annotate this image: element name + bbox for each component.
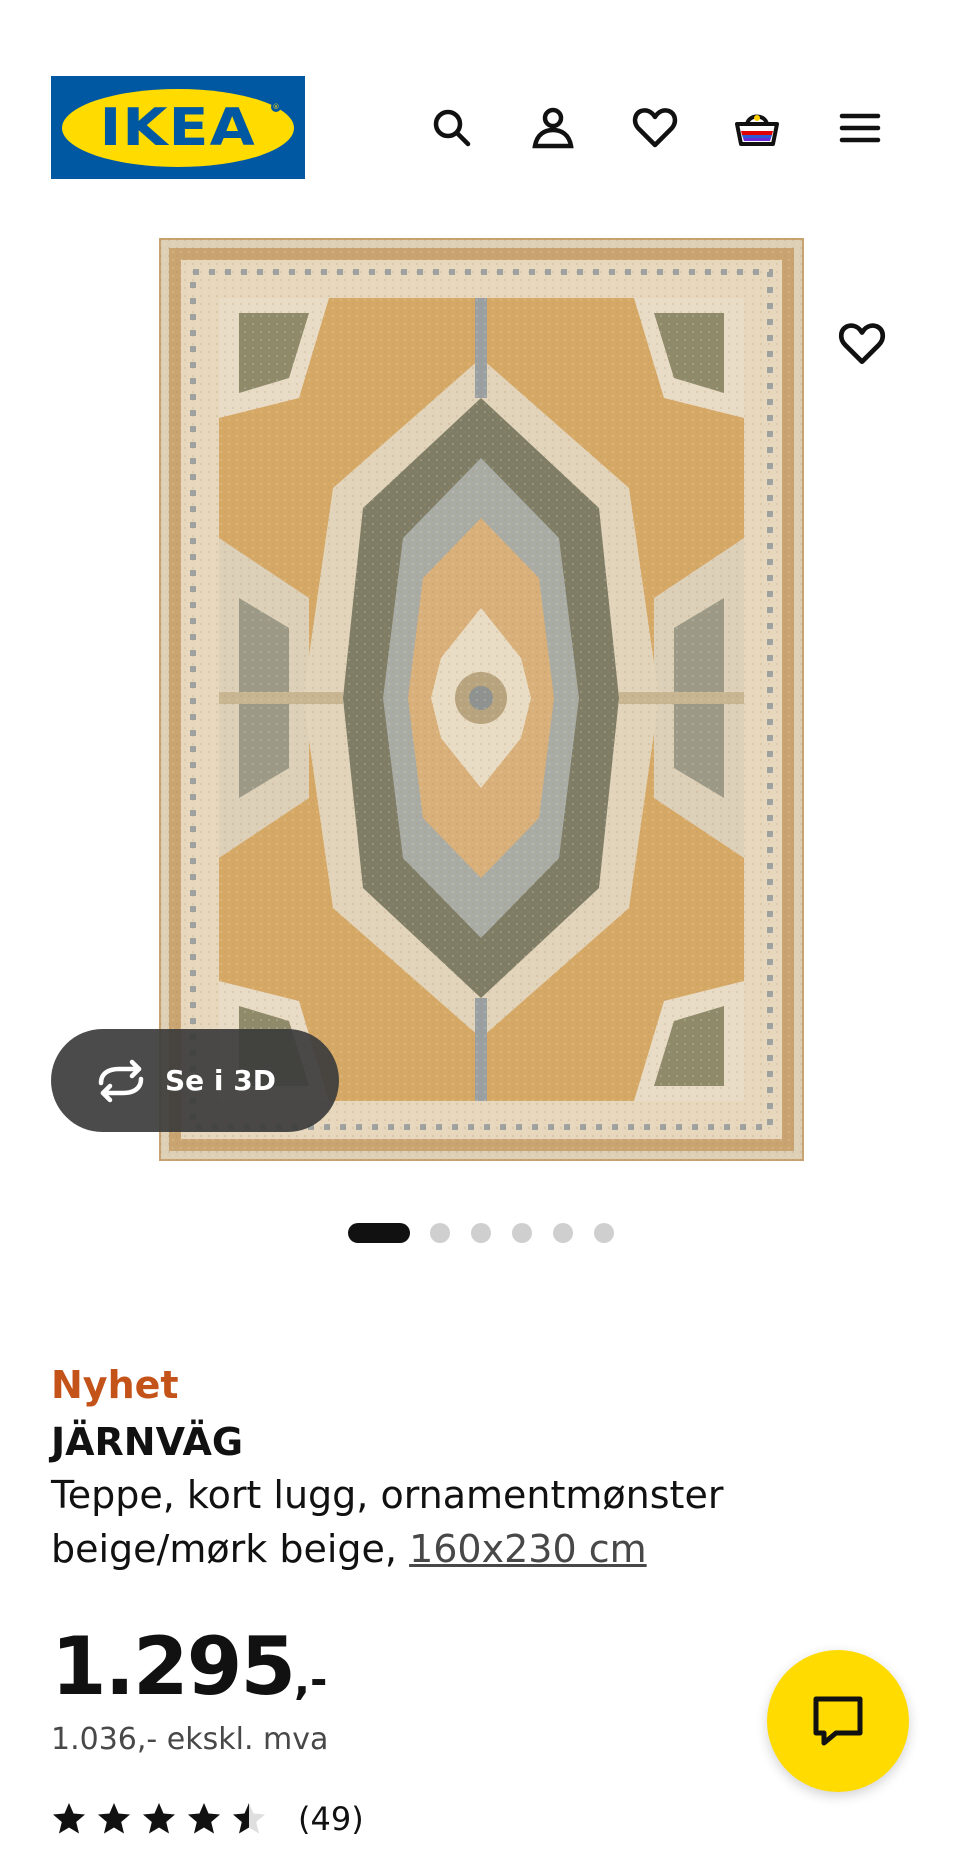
carousel-dot-active[interactable]	[348, 1223, 410, 1243]
save-favourite-icon[interactable]	[832, 314, 892, 374]
favourites-icon[interactable]	[627, 100, 683, 156]
chat-button[interactable]	[767, 1650, 909, 1792]
view-3d-label: Se i 3D	[165, 1064, 276, 1097]
product-color: beige/mørk beige,	[51, 1527, 397, 1571]
account-icon[interactable]	[525, 100, 581, 156]
carousel-dot[interactable]	[512, 1223, 532, 1243]
product-name: JÄRNVÄG	[51, 1420, 244, 1464]
carousel-dot[interactable]	[471, 1223, 491, 1243]
logo-text: IKEA	[99, 97, 257, 158]
star-icon	[98, 1803, 130, 1834]
ikea-logo[interactable]: IKEA ®	[51, 76, 305, 179]
product-description-line2: beige/mørk beige, 160x230 cm	[51, 1522, 911, 1576]
price-suffix: ,-	[294, 1655, 328, 1704]
rating[interactable]: (49)	[51, 1800, 364, 1838]
star-icon	[143, 1803, 175, 1834]
view-3d-button[interactable]: Se i 3D	[51, 1029, 339, 1132]
price-main: 1.295	[51, 1620, 296, 1713]
carousel-dot[interactable]	[430, 1223, 450, 1243]
new-badge: Nyhet	[51, 1363, 179, 1407]
star-icon	[188, 1803, 220, 1834]
star-icon	[233, 1803, 265, 1834]
product-gallery[interactable]: Se i 3D	[0, 230, 960, 1170]
product-description: Teppe, kort lugg, ornamentmønster beige/…	[51, 1468, 911, 1576]
rotate-3d-icon	[98, 1059, 144, 1102]
carousel-dot[interactable]	[594, 1223, 614, 1243]
carousel-dots	[0, 1220, 960, 1244]
search-icon[interactable]	[424, 100, 480, 156]
product-description-line1: Teppe, kort lugg, ornamentmønster	[51, 1473, 724, 1517]
price-excl-vat: 1.036,- ekskl. mva	[51, 1722, 329, 1757]
product-info: Nyhet JÄRNVÄG Teppe, kort lugg, ornament…	[51, 1360, 911, 1576]
size-link[interactable]: 160x230 cm	[409, 1527, 647, 1571]
rating-stars	[51, 1801, 276, 1837]
star-icon	[53, 1803, 85, 1834]
review-count: (49)	[298, 1800, 364, 1838]
logo-oval: IKEA	[62, 88, 294, 167]
carousel-dot[interactable]	[553, 1223, 573, 1243]
product-image-rug	[159, 238, 804, 1161]
site-header: IKEA ®	[0, 0, 960, 200]
menu-icon[interactable]	[832, 100, 888, 156]
registered-mark: ®	[271, 102, 281, 112]
cart-icon[interactable]	[729, 100, 785, 156]
price: 1.295,-	[51, 1620, 327, 1713]
chat-icon	[813, 1696, 863, 1746]
